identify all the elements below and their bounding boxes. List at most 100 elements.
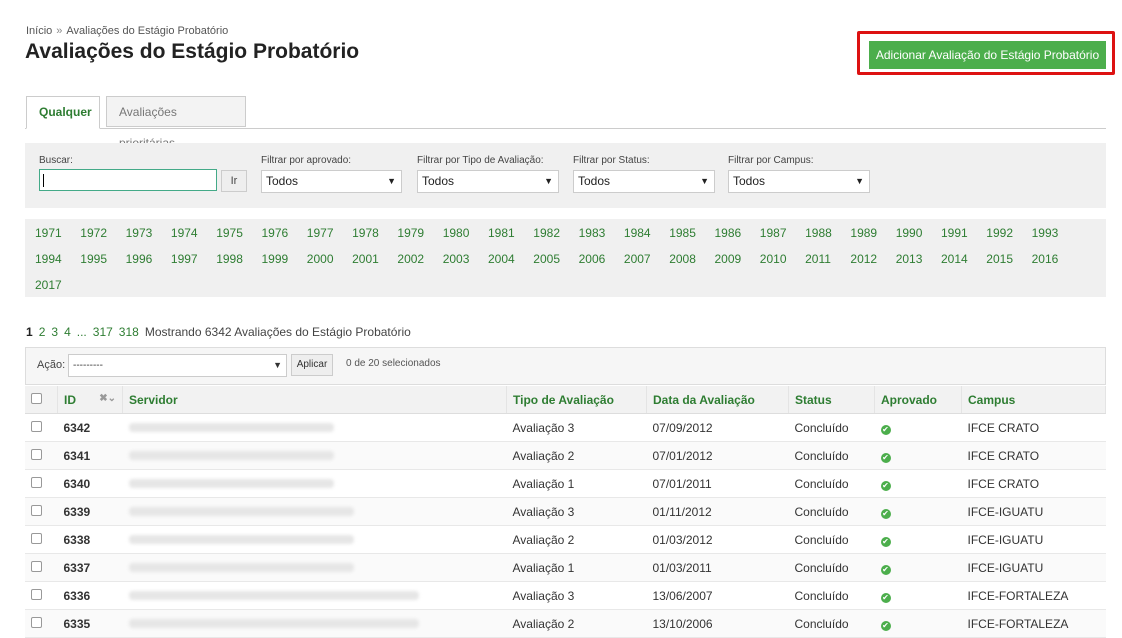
year-link[interactable]: 1993: [1032, 226, 1059, 240]
tab-bar: Qualquer Avaliações prioritárias: [25, 96, 1106, 150]
row-checkbox[interactable]: [31, 476, 42, 488]
year-link[interactable]: 1988: [805, 226, 832, 240]
row-checkbox[interactable]: [31, 448, 42, 460]
year-link[interactable]: 1972: [80, 226, 107, 240]
year-link[interactable]: 1983: [579, 226, 606, 240]
year-link[interactable]: 1982: [533, 226, 560, 240]
page-link[interactable]: 318: [119, 325, 139, 339]
approved-check-icon: ✔: [880, 620, 891, 631]
year-link[interactable]: 2000: [307, 252, 334, 266]
row-id-link[interactable]: 6340: [57, 469, 123, 498]
year-link[interactable]: 1995: [80, 252, 107, 266]
tab-qualquer[interactable]: Qualquer: [26, 96, 100, 129]
year-link[interactable]: 2012: [850, 252, 877, 266]
year-link[interactable]: 1990: [896, 226, 923, 240]
row-id-link[interactable]: 6335: [57, 609, 123, 638]
year-link[interactable]: 1985: [669, 226, 696, 240]
row-select-cell: [25, 609, 58, 638]
sort-icons[interactable]: ✖⌄: [99, 393, 116, 404]
row-select-cell: [25, 553, 58, 582]
column-header-campus[interactable]: Campus: [961, 386, 1106, 414]
column-header-servidor[interactable]: Servidor: [122, 386, 507, 414]
row-checkbox[interactable]: [31, 616, 42, 628]
year-link[interactable]: 1981: [488, 226, 515, 240]
year-link[interactable]: 2011: [805, 252, 831, 266]
apply-button[interactable]: Aplicar: [291, 354, 333, 376]
year-link[interactable]: 1994: [35, 252, 62, 266]
row-status: Concluído: [788, 609, 875, 638]
row-checkbox[interactable]: [31, 420, 42, 432]
redacted-name: [128, 618, 419, 628]
year-link[interactable]: 2010: [760, 252, 787, 266]
year-link[interactable]: 1978: [352, 226, 379, 240]
year-link[interactable]: 2015: [986, 252, 1013, 266]
row-id-link[interactable]: 6341: [57, 441, 123, 470]
page-link[interactable]: 2: [39, 325, 46, 339]
year-link[interactable]: 2006: [579, 252, 606, 266]
search-go-button[interactable]: Ir: [221, 170, 247, 192]
year-link[interactable]: 2013: [896, 252, 923, 266]
year-link[interactable]: 1987: [760, 226, 787, 240]
tab-avaliacoes-prioritarias[interactable]: Avaliações prioritárias: [106, 96, 246, 150]
row-campus: IFCE CRATO: [961, 441, 1106, 470]
page-link[interactable]: 3: [51, 325, 58, 339]
column-header-status[interactable]: Status: [788, 386, 875, 414]
row-tipo: Avaliação 3: [506, 581, 647, 610]
year-link[interactable]: 2009: [715, 252, 742, 266]
row-id-link[interactable]: 6342: [57, 413, 123, 442]
row-id-link[interactable]: 6337: [57, 553, 123, 582]
year-link[interactable]: 1992: [986, 226, 1013, 240]
year-link[interactable]: 1984: [624, 226, 651, 240]
row-id-link[interactable]: 6339: [57, 497, 123, 526]
year-link[interactable]: 2005: [533, 252, 560, 266]
year-link[interactable]: 1986: [715, 226, 742, 240]
action-select[interactable]: --------- ▼: [68, 354, 287, 377]
column-header-tipo[interactable]: Tipo de Avaliação: [506, 386, 647, 414]
row-checkbox[interactable]: [31, 588, 42, 600]
row-checkbox[interactable]: [31, 532, 42, 544]
row-aprovado: ✔: [874, 441, 962, 470]
year-link[interactable]: 1980: [443, 226, 470, 240]
year-link[interactable]: 2001: [352, 252, 379, 266]
year-link[interactable]: 1979: [397, 226, 424, 240]
year-link[interactable]: 2017: [35, 278, 62, 292]
dropdown-arrow-icon: ▼: [273, 360, 282, 370]
breadcrumb-home-link[interactable]: Início: [26, 25, 52, 37]
year-link[interactable]: 2002: [397, 252, 424, 266]
add-evaluation-button[interactable]: Adicionar Avaliação do Estágio Probatóri…: [869, 41, 1106, 69]
year-link[interactable]: 1973: [126, 226, 153, 240]
year-link[interactable]: 2004: [488, 252, 515, 266]
filter-type-select[interactable]: Todos ▼: [417, 170, 559, 193]
row-checkbox[interactable]: [31, 504, 42, 516]
page-link[interactable]: 317: [93, 325, 113, 339]
year-link[interactable]: 1975: [216, 226, 243, 240]
year-link[interactable]: 1997: [171, 252, 198, 266]
year-link[interactable]: 1976: [262, 226, 289, 240]
year-link[interactable]: 1996: [126, 252, 153, 266]
filter-status-select[interactable]: Todos ▼: [573, 170, 715, 193]
page-link[interactable]: 4: [64, 325, 71, 339]
column-header-aprovado[interactable]: Aprovado: [874, 386, 962, 414]
year-link[interactable]: 2014: [941, 252, 968, 266]
year-link[interactable]: 2003: [443, 252, 470, 266]
row-id-link[interactable]: 6336: [57, 581, 123, 610]
year-link[interactable]: 1998: [216, 252, 243, 266]
year-link[interactable]: 1974: [171, 226, 198, 240]
year-link[interactable]: 1989: [850, 226, 877, 240]
column-header-data[interactable]: Data da Avaliação: [646, 386, 789, 414]
filter-type-label: Filtrar por Tipo de Avaliação:: [417, 155, 544, 166]
search-input[interactable]: [39, 169, 217, 191]
filter-approved-select[interactable]: Todos ▼: [261, 170, 402, 193]
year-link[interactable]: 1977: [307, 226, 334, 240]
year-link[interactable]: 1991: [941, 226, 968, 240]
year-link[interactable]: 2016: [1032, 252, 1059, 266]
row-checkbox[interactable]: [31, 560, 42, 572]
year-link[interactable]: 1971: [35, 226, 62, 240]
year-link[interactable]: 2008: [669, 252, 696, 266]
column-header-id[interactable]: ID ✖⌄: [57, 386, 123, 414]
select-all-checkbox[interactable]: [31, 392, 42, 404]
year-link[interactable]: 1999: [262, 252, 289, 266]
filter-campus-select[interactable]: Todos ▼: [728, 170, 870, 193]
year-link[interactable]: 2007: [624, 252, 651, 266]
row-id-link[interactable]: 6338: [57, 525, 123, 554]
